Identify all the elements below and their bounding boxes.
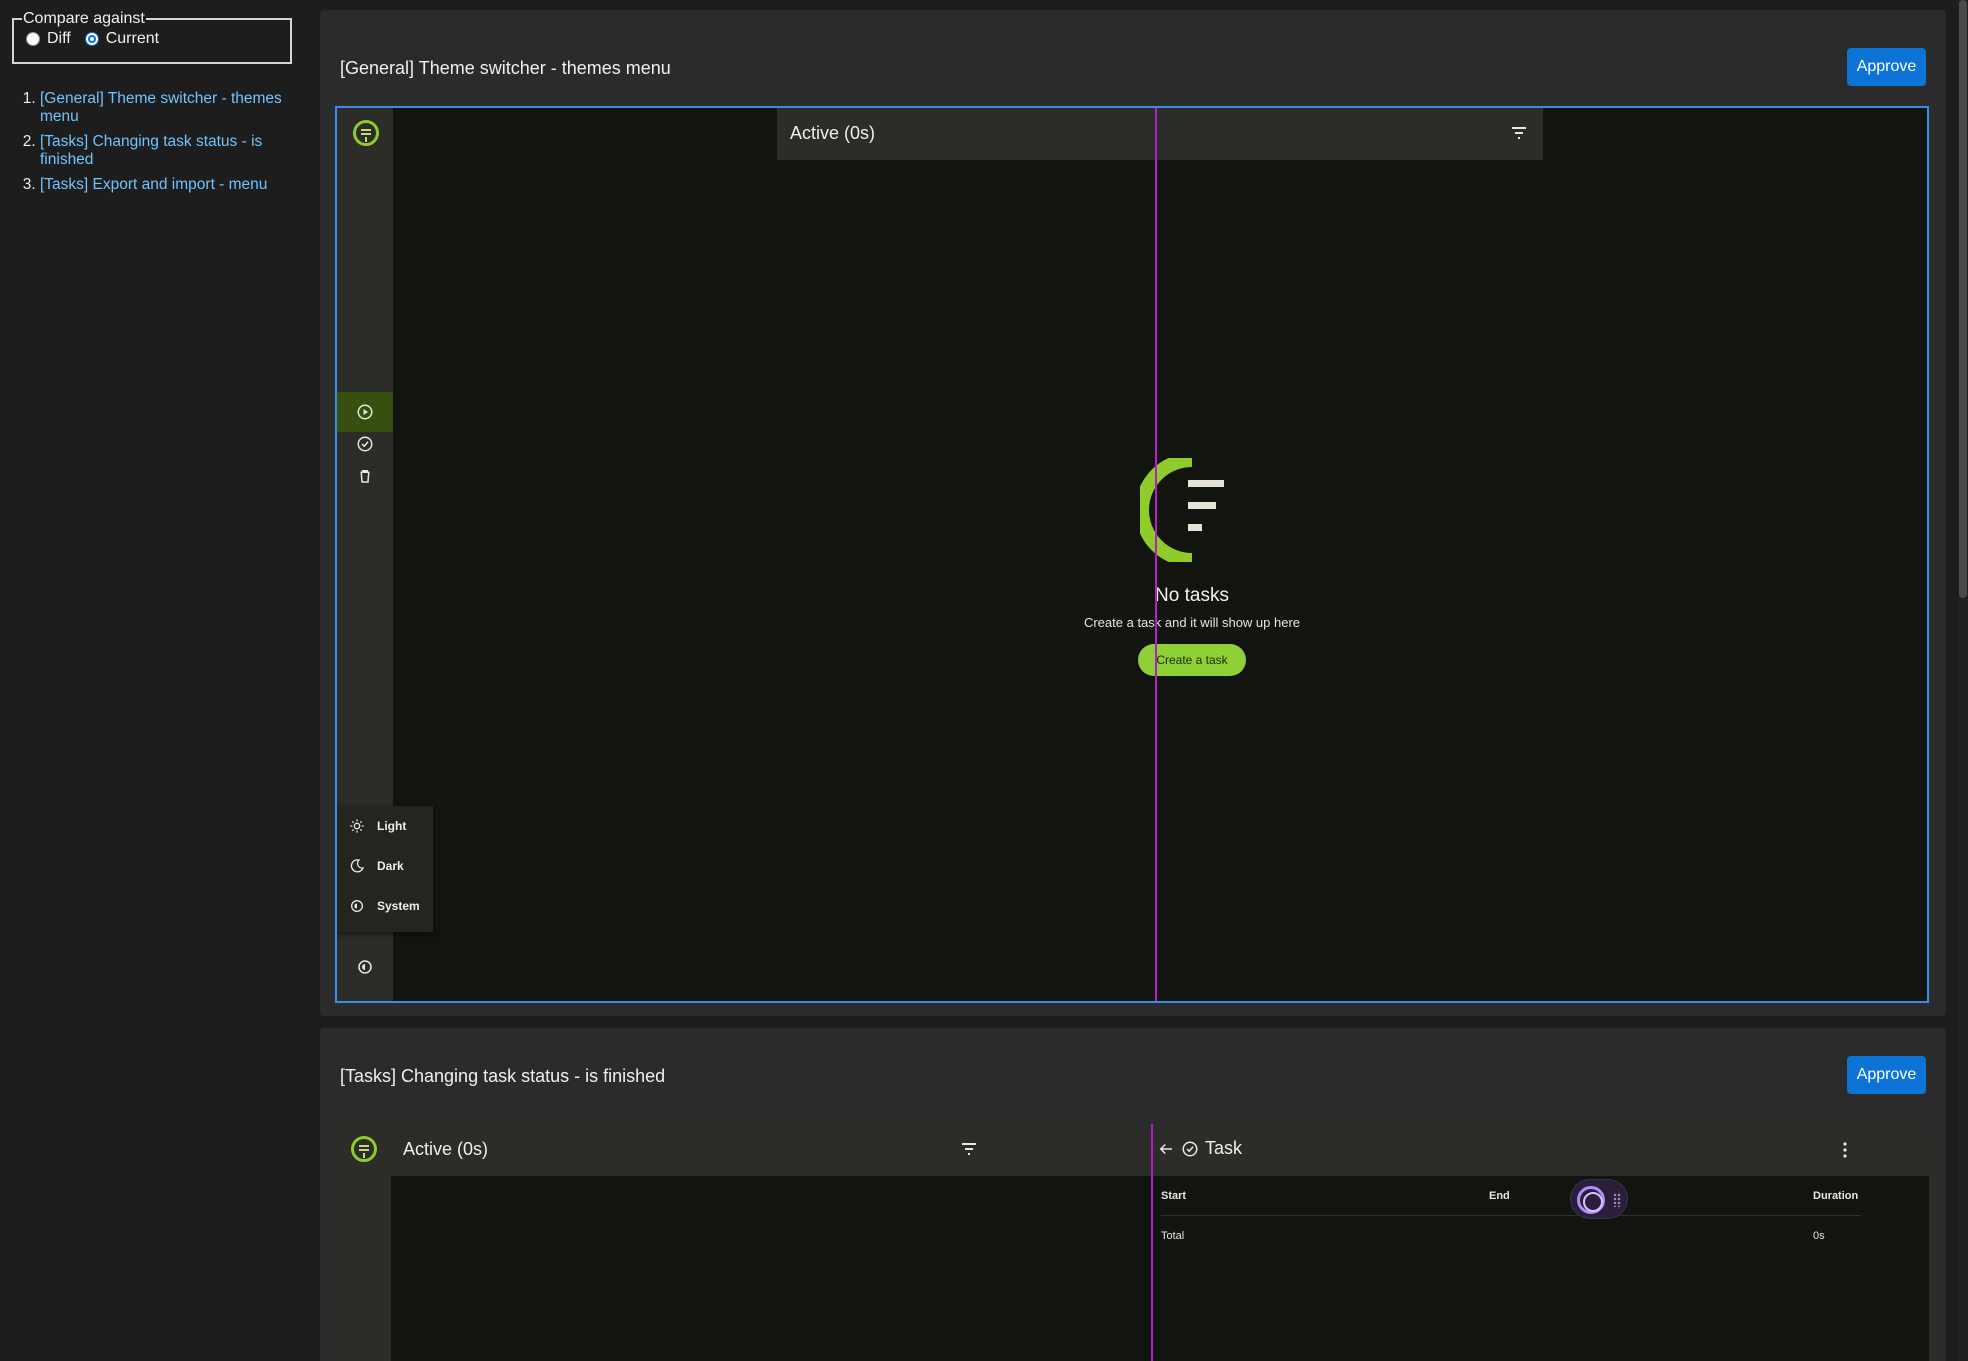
task-title: Task <box>1205 1138 1243 1158</box>
devtools-widget[interactable] <box>1570 1179 1628 1219</box>
filter-icon[interactable] <box>961 1142 977 1156</box>
app-logo-icon[interactable] <box>351 1136 377 1162</box>
check-circle-icon <box>357 436 373 452</box>
play-circle-icon <box>357 404 373 420</box>
compare-against-legend: Compare against <box>23 10 145 27</box>
theme-option-label: Light <box>377 819 407 833</box>
more-options-icon[interactable] <box>1843 1142 1847 1158</box>
theme-option-label: System <box>377 899 420 913</box>
compare-against-group: Compare against Diff Current <box>12 10 292 64</box>
table-row: Total 0s <box>1161 1230 1861 1252</box>
scenario-list: [General] Theme switcher - themes menu [… <box>22 90 294 201</box>
tasks-header: Active (0s) <box>777 108 1543 160</box>
filter-icon[interactable] <box>1511 126 1527 140</box>
theme-option-dark[interactable]: Dark <box>337 846 433 886</box>
time-entries-table: Start End Duration Total 0s <box>1161 1190 1861 1252</box>
sun-icon <box>350 819 364 833</box>
theme-option-label: Dark <box>377 859 404 873</box>
current-radio[interactable] <box>84 32 99 46</box>
screenshot-current: Active (0s) Task Start End Duration Tota… <box>335 1124 1929 1361</box>
scenario-link-theme-switcher[interactable]: [General] Theme switcher - themes menu <box>40 90 282 125</box>
scenario-link-task-status[interactable]: [Tasks] Changing task status - is finish… <box>40 133 262 168</box>
header-title: Active (0s) <box>403 1139 489 1159</box>
settings-icon[interactable] <box>356 958 374 976</box>
trash-icon <box>360 470 370 483</box>
check-circle-icon <box>1182 1141 1198 1156</box>
scenario-card-theme-switcher: [General] Theme switcher - themes menu A… <box>320 10 1946 1016</box>
page-scrollbar[interactable] <box>1958 0 1968 1361</box>
empty-state-subtitle: Create a task and it will show up here <box>1083 615 1301 630</box>
theme-option-light[interactable]: Light <box>337 806 433 846</box>
theme-menu: Light Dark System <box>337 806 433 932</box>
table-header-row: Start End Duration <box>1161 1190 1861 1216</box>
moon-icon <box>350 859 365 873</box>
approve-button[interactable]: Approve <box>1847 1056 1926 1094</box>
back-arrow-icon[interactable] <box>1157 1140 1175 1158</box>
scenario-card-task-status: [Tasks] Changing task status - is finish… <box>320 1028 1946 1361</box>
diff-radio[interactable] <box>26 32 40 46</box>
header-title: Active (0s) <box>790 123 876 143</box>
sidenav: Compare against Diff Current [General] T… <box>0 0 306 1361</box>
app-side-rail <box>335 1124 391 1361</box>
scenario-item: [Tasks] Changing task status - is finish… <box>40 133 294 169</box>
total-duration: 0s <box>1813 1230 1825 1242</box>
deleted-tasks-nav-button[interactable] <box>337 456 393 496</box>
empty-state-title: No tasks <box>1155 585 1229 606</box>
screenshot-current: Active (0s) No tasks Create a task and i… <box>335 106 1929 1003</box>
scenario-link-export-import[interactable]: [Tasks] Export and import - menu <box>40 176 267 193</box>
scenario-item: [General] Theme switcher - themes menu <box>40 90 294 126</box>
app-logo-icon[interactable] <box>353 120 379 146</box>
column-header-duration: Duration <box>1813 1190 1859 1202</box>
diff-slider-line[interactable] <box>1151 1124 1153 1361</box>
total-label: Total <box>1161 1230 1185 1242</box>
task-detail-header: Task <box>1157 1138 1242 1159</box>
theme-option-system[interactable]: System <box>337 886 433 926</box>
drag-handle-icon[interactable] <box>1613 1193 1621 1207</box>
scrollbar-thumb[interactable] <box>1959 0 1967 598</box>
empty-state: No tasks Create a task and it will show … <box>977 453 1407 676</box>
card-title: [General] Theme switcher - themes menu <box>340 58 671 78</box>
scenario-item: [Tasks] Export and import - menu <box>40 176 294 194</box>
card-title: [Tasks] Changing task status - is finish… <box>340 1066 666 1086</box>
system-theme-icon <box>351 900 363 912</box>
devtools-logo-icon <box>1577 1186 1605 1214</box>
approve-button[interactable]: Approve <box>1847 48 1926 86</box>
diff-slider-line[interactable] <box>1155 108 1157 1001</box>
column-header-end: End <box>1489 1190 1510 1202</box>
diff-radio-label[interactable]: Diff <box>47 30 71 48</box>
current-radio-label[interactable]: Current <box>106 30 159 48</box>
column-header-start: Start <box>1161 1190 1187 1202</box>
